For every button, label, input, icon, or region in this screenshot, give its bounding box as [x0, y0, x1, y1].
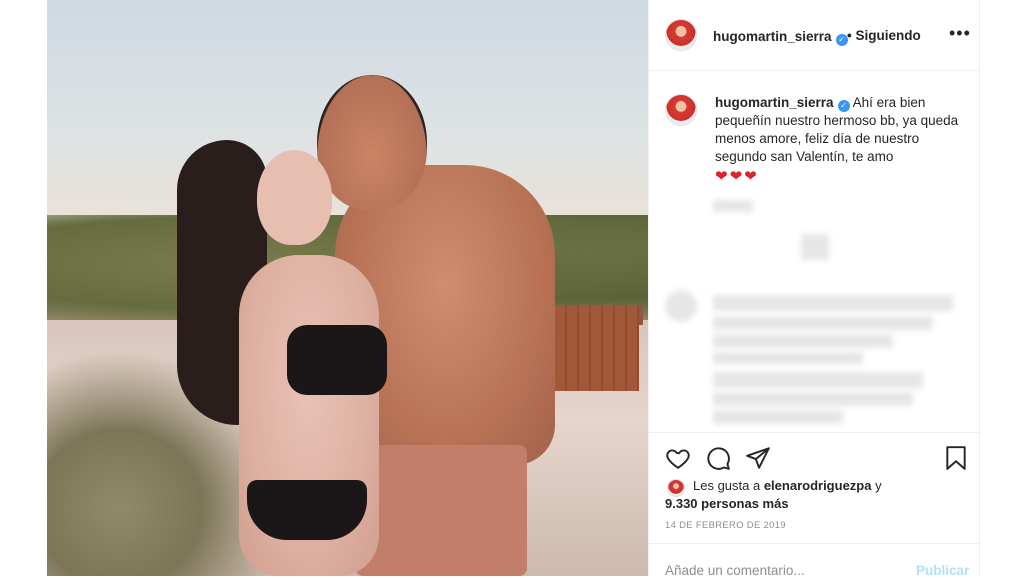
- photo-hut: [543, 305, 639, 391]
- likes-others[interactable]: 9.330 personas más: [665, 495, 965, 513]
- likes-conjunction: y: [871, 478, 882, 493]
- blurred-loader: [801, 234, 829, 260]
- photo-man-head: [317, 75, 427, 210]
- caption-avatar[interactable]: [665, 94, 697, 126]
- comment-icon[interactable]: [705, 445, 731, 471]
- caption-username[interactable]: hugomartin_sierra: [715, 95, 834, 110]
- blurred-comment-line: [713, 316, 933, 330]
- paper-plane-icon[interactable]: [745, 445, 771, 471]
- post-panel: hugomartin_sierra ✓ • Siguiendo ••• hugom…: [648, 0, 980, 578]
- author-name-row: hugomartin_sierra ✓: [713, 28, 848, 46]
- blurred-comment-line: [713, 334, 893, 348]
- caption: hugomartin_sierra ✓ Ahí era bien pequeñín…: [715, 94, 961, 186]
- separator-dot: •: [847, 28, 852, 43]
- blurred-comment-line: [713, 295, 953, 311]
- author-avatar[interactable]: [665, 19, 697, 51]
- likes-line-1: Les gusta a elenarodriguezpa y: [665, 477, 965, 495]
- ellipsis-icon[interactable]: •••: [949, 24, 971, 42]
- verified-badge-icon: ✓: [835, 34, 848, 46]
- blurred-timestamp: [713, 200, 753, 212]
- blurred-comment-line: [713, 410, 843, 424]
- heart-outline-icon[interactable]: [665, 445, 691, 471]
- blurred-comment-line: [713, 352, 863, 364]
- post-photo[interactable]: [47, 0, 648, 576]
- photo-shorts: [355, 445, 527, 576]
- follow-status[interactable]: • Siguiendo: [847, 28, 921, 43]
- likes-summary: Les gusta a elenarodriguezpa y 9.330 per…: [665, 477, 965, 513]
- verified-badge-icon: ✓: [837, 100, 850, 112]
- comment-bar: Añade un comentario... Publicar: [649, 543, 979, 578]
- post-header: hugomartin_sierra ✓ • Siguiendo •••: [649, 0, 979, 71]
- photo-bikini-bottom: [247, 480, 367, 540]
- photo-woman-face: [257, 150, 332, 245]
- post-date[interactable]: 14 DE FEBRERO DE 2019: [665, 520, 786, 531]
- liker-username[interactable]: elenarodriguezpa: [764, 478, 872, 493]
- blurred-avatar: [665, 290, 697, 322]
- photo-bikini-top: [287, 325, 387, 395]
- bookmark-icon[interactable]: [945, 445, 967, 471]
- follow-status-label[interactable]: Siguiendo: [856, 28, 921, 43]
- blurred-comment-line: [713, 392, 913, 406]
- likes-prefix: Les gusta a: [693, 478, 764, 493]
- heart-emoji-icon: ❤❤❤: [715, 168, 759, 185]
- author-username[interactable]: hugomartin_sierra: [713, 29, 832, 44]
- blurred-comment-line: [713, 372, 923, 388]
